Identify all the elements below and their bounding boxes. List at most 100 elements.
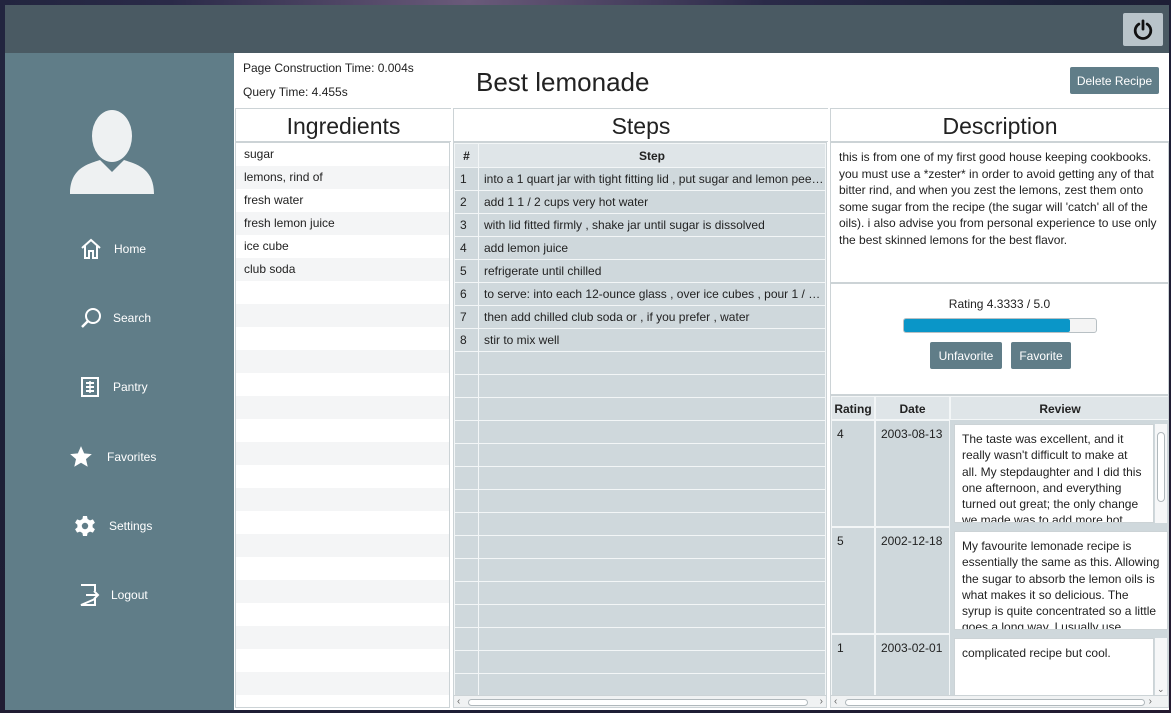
table-row	[454, 558, 826, 582]
review-date: 2002-12-18	[875, 527, 950, 634]
delete-recipe-button[interactable]: Delete Recipe	[1070, 67, 1159, 94]
table-row[interactable]: 4 add lemon juice	[454, 236, 826, 260]
reviews-scrollbar[interactable]: ⌄	[1155, 638, 1167, 697]
logout-icon	[76, 582, 102, 608]
list-item[interactable]: fresh lemon juice	[236, 212, 449, 235]
table-row[interactable]: 2 add 1 1 / 2 cups very hot water	[454, 190, 826, 214]
column-header-date[interactable]: Date	[875, 396, 950, 420]
table-row	[454, 512, 826, 536]
table-row	[454, 466, 826, 490]
review-date: 2003-08-13	[875, 420, 950, 527]
description-text: this is from one of my first good house …	[830, 142, 1169, 283]
table-row[interactable]: 8 stir to mix well	[454, 328, 826, 352]
step-number: 2	[454, 190, 479, 214]
table-row[interactable]: 5 refrigerate until chilled	[454, 259, 826, 283]
list-item	[236, 557, 449, 580]
steps-table[interactable]: # Step 1 into a 1 quart jar with tight fi…	[453, 142, 827, 708]
step-text: refrigerate until chilled	[478, 259, 826, 283]
list-item[interactable]: club soda	[236, 258, 449, 281]
scrollbar-thumb[interactable]	[468, 699, 808, 706]
page-construction-time: Page Construction Time: 0.004s	[243, 61, 414, 75]
timing-info: Page Construction Time: 0.004s Query Tim…	[243, 61, 414, 109]
steps-heading: Steps	[453, 108, 828, 142]
reviews-horizontal-scrollbar[interactable]: ‹ ›	[831, 695, 1168, 707]
sidebar-item-label: Favorites	[107, 450, 157, 464]
list-item	[236, 603, 449, 626]
list-item[interactable]: fresh water	[236, 189, 449, 212]
unfavorite-button[interactable]: Unfavorite	[930, 342, 1002, 369]
scroll-down-icon[interactable]: ⌄	[1157, 684, 1165, 695]
favorite-button[interactable]: Favorite	[1011, 342, 1071, 369]
ingredients-list[interactable]: sugar lemons, rind of fresh water fresh …	[235, 142, 450, 708]
step-text: then add chilled club soda or , if you p…	[478, 305, 826, 329]
power-icon	[1133, 18, 1153, 40]
sidebar-item-home[interactable]: Home	[5, 229, 234, 269]
table-row	[454, 420, 826, 444]
power-button[interactable]	[1123, 13, 1163, 46]
search-icon	[78, 305, 104, 331]
step-number: 6	[454, 282, 479, 306]
table-row	[454, 627, 826, 651]
column-header-review[interactable]: Review	[950, 396, 1168, 420]
list-item	[236, 373, 449, 396]
review-scrollbar[interactable]	[1155, 424, 1167, 523]
sidebar-item-label: Pantry	[113, 380, 148, 394]
review-rating: 4	[831, 420, 875, 527]
list-item	[236, 419, 449, 442]
sidebar-item-label: Search	[113, 311, 152, 325]
sidebar-item-settings[interactable]: Settings	[5, 506, 234, 546]
sidebar: Home Search Pantry Favorites Settings Lo…	[5, 53, 234, 710]
list-item[interactable]: ice cube	[236, 235, 449, 258]
sidebar-item-search[interactable]: Search	[5, 298, 234, 338]
reviews-table[interactable]: Rating Date Review 4 2003-08-13 The tast…	[830, 395, 1169, 708]
scrollbar-thumb[interactable]	[1157, 432, 1165, 502]
table-row	[454, 604, 826, 628]
step-number: 5	[454, 259, 479, 283]
sidebar-item-label: Logout	[111, 588, 148, 602]
scroll-left-icon[interactable]: ‹	[834, 696, 837, 707]
rating-progress-fill	[904, 319, 1071, 332]
gear-icon	[72, 513, 98, 539]
list-item	[236, 649, 449, 672]
steps-horizontal-scrollbar[interactable]: ‹ ›	[454, 695, 826, 707]
review-text[interactable]: My favourite lemonade recipe is essentia…	[954, 531, 1168, 630]
list-item[interactable]: lemons, rind of	[236, 166, 449, 189]
scrollbar-thumb[interactable]	[845, 699, 1145, 706]
scroll-left-icon[interactable]: ‹	[457, 696, 460, 707]
table-row	[454, 581, 826, 605]
list-item	[236, 327, 449, 350]
review-rating: 5	[831, 527, 875, 634]
table-row[interactable]: 1 into a 1 quart jar with tight fitting l…	[454, 167, 826, 191]
sidebar-item-favorites[interactable]: Favorites	[5, 437, 234, 477]
step-number: 1	[454, 167, 479, 191]
review-rating: 1	[831, 634, 875, 697]
sidebar-item-label: Settings	[109, 519, 153, 533]
step-text: to serve: into each 12-ounce glass , ove…	[478, 282, 826, 306]
column-header-number[interactable]: #	[454, 143, 479, 168]
sidebar-item-logout[interactable]: Logout	[5, 575, 234, 615]
review-text[interactable]: The taste was excellent, and it really w…	[954, 424, 1154, 523]
list-item	[236, 465, 449, 488]
rating-progress-bar	[903, 318, 1097, 333]
recipe-title: Best lemonade	[476, 67, 650, 97]
home-icon	[78, 236, 104, 262]
table-row[interactable]: 7 then add chilled club soda or , if you …	[454, 305, 826, 329]
table-row[interactable]: 6 to serve: into each 12-ounce glass , ov…	[454, 282, 826, 306]
scroll-right-icon[interactable]: ›	[1149, 696, 1152, 707]
sidebar-item-pantry[interactable]: Pantry	[5, 367, 234, 407]
review-text[interactable]: complicated recipe but cool.	[954, 638, 1154, 697]
list-item	[236, 488, 449, 511]
list-item	[236, 695, 449, 707]
list-item	[236, 304, 449, 327]
column-header-step[interactable]: Step	[478, 143, 826, 168]
list-item[interactable]: sugar	[236, 143, 449, 166]
step-text: with lid fitted firmly , shake jar until…	[478, 213, 826, 237]
table-row[interactable]: 3 with lid fitted firmly , shake jar unti…	[454, 213, 826, 237]
scroll-right-icon[interactable]: ›	[820, 696, 823, 707]
review-date: 2003-02-01	[875, 634, 950, 697]
rating-panel: Rating 4.3333 / 5.0 Unfavorite Favorite	[830, 283, 1169, 395]
column-header-rating[interactable]: Rating	[831, 396, 875, 420]
table-row	[454, 374, 826, 398]
list-item	[236, 626, 449, 649]
list-item	[236, 580, 449, 603]
